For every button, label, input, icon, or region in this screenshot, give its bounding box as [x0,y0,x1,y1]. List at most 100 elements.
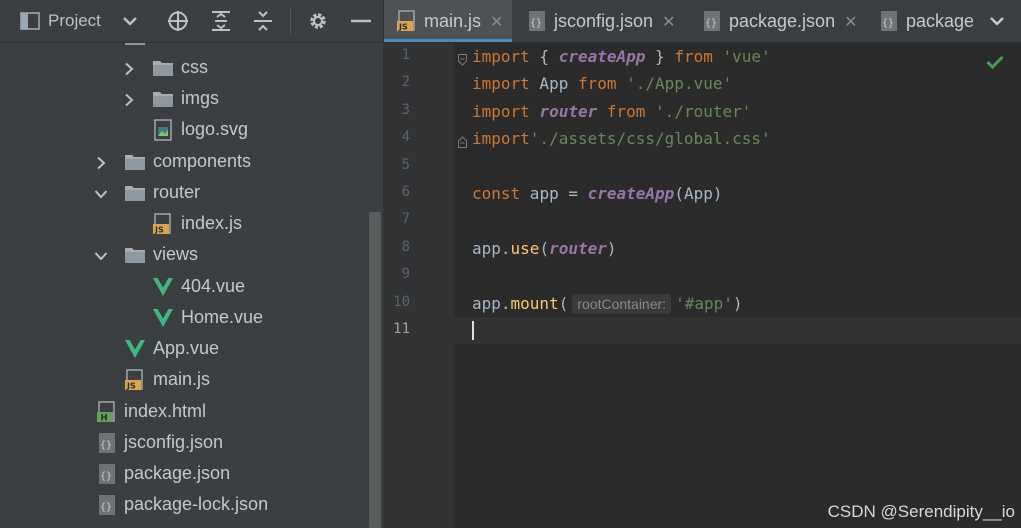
code-token: use [510,238,540,258]
svg-file-icon [152,119,174,141]
tree-item-label: 404.vue [181,276,246,296]
svg-text:JS: JS [398,23,408,32]
code-token: '#app' [675,293,733,313]
collapse-all-icon[interactable] [253,0,273,42]
svg-text:{}: {} [530,18,542,29]
tab-package-json[interactable]: {} package.json ✕ [689,0,862,42]
project-panel: assetscssimgslogo.svgcomponentsrouterJSi… [0,0,383,528]
chevron-right-icon[interactable] [122,61,136,76]
minimize-icon[interactable] [351,0,371,42]
tree-item-package-lock-json[interactable]: {} package-lock.json [0,490,370,521]
tree-item-label: css [181,57,208,77]
project-tree: assetscssimgslogo.svgcomponentsrouterJSi… [0,0,370,528]
expand-all-icon[interactable] [211,0,231,42]
tree-item-main-js[interactable]: JS main.js [0,365,370,396]
code-area[interactable]: import { createApp } from 'vue' import Ap… [384,43,1021,528]
code-line: const app = createApp(App) [472,180,722,207]
tree-item-router[interactable]: router [0,178,370,209]
code-token: ) [606,238,617,258]
tree-item-label: index.html [124,401,207,421]
code-token: './App.vue' [626,74,733,94]
json-file-icon: {} [96,494,118,516]
project-title: Project [48,11,101,30]
svg-text:{}: {} [100,502,112,513]
code-line: import router from './router' [472,98,751,125]
tree-item-label: views [153,244,199,264]
gear-icon[interactable] [307,0,329,42]
tree-item-label: imgs [181,88,220,108]
tab-jsconfig-json[interactable]: {} jsconfig.json ✕ [514,0,685,42]
tree-item-label: App.vue [153,338,220,358]
chevron-down-icon[interactable] [94,248,108,262]
json-file-icon: {} [701,10,723,32]
code-token: import [472,101,530,121]
code-token: ) [732,293,743,313]
tab-package[interactable]: {} package [866,0,974,42]
chevron-right-icon[interactable] [122,92,136,107]
close-icon[interactable]: ✕ [844,12,857,31]
check-icon[interactable] [986,54,1004,73]
tree-item-jsconfig-json[interactable]: {} jsconfig.json [0,428,370,459]
code-token: from [606,101,646,121]
current-line-highlight [454,317,1021,344]
project-view-selector[interactable]: Project [48,0,101,42]
locate-icon[interactable] [167,0,189,42]
tab-overflow-chevron-down-icon[interactable] [973,0,1021,42]
tree-item-home-vue[interactable]: Home.vue [0,303,370,334]
close-icon[interactable]: ✕ [662,12,675,31]
chevron-right-icon[interactable] [94,155,108,170]
folder-icon [124,244,146,266]
code-token: app. [472,293,511,313]
tree-item-app-vue[interactable]: App.vue [0,334,370,365]
fold-marker-icon[interactable] [458,133,467,149]
code-line: import { createApp } from 'vue' [472,43,771,70]
tree-item-404-vue[interactable]: 404.vue [0,272,370,303]
tree-item-index-js[interactable]: JS index.js [0,209,370,240]
tree-item-label: components [153,151,252,171]
tree-item-css[interactable]: css [0,53,370,84]
vue-file-icon [152,276,174,298]
code-token: import [472,74,530,94]
svg-text:{}: {} [100,471,112,482]
code-token: 'vue' [722,47,771,66]
json-file-icon: {} [96,432,118,454]
tree-scrollbar-thumb[interactable] [369,212,381,528]
dropdown-arrow-icon[interactable] [122,0,138,42]
tree-item-logo-svg[interactable]: logo.svg [0,115,370,146]
html-file-icon: H [96,401,118,423]
code-line: import App from './App.vue' [472,70,732,97]
code-token: { [529,47,559,66]
text-caret [472,321,474,340]
code-line: app.mount(rootContainer: '#app') [472,290,743,317]
chevron-down-icon[interactable] [94,186,108,200]
fold-marker-icon[interactable] [458,51,467,66]
code-token: App [529,74,578,94]
folder-icon [124,182,146,204]
folder-icon [152,57,174,79]
code-token: from [577,74,617,94]
vue-file-icon [152,307,174,329]
tab-main-js[interactable]: JS main.js ✕ [384,0,512,42]
code-token: from [674,47,713,66]
tree-item-label: index.js [181,213,243,233]
project-view-icon[interactable] [20,0,40,42]
json-file-icon: {} [878,10,900,32]
code-token: app. [472,238,511,258]
tab-label: main.js [424,10,482,31]
close-icon[interactable]: ✕ [490,12,503,31]
code-line: app.use(router) [472,235,617,262]
tree-item-package-json[interactable]: {} package.json [0,459,370,490]
svg-text:JS: JS [154,226,164,235]
folder-icon [152,88,174,110]
code-token: ( [539,238,550,258]
vue-file-icon [124,338,146,360]
tree-item-index-html[interactable]: Hindex.html [0,397,370,428]
tree-item-components[interactable]: components [0,147,370,178]
js-file-icon: JS [396,10,418,32]
tree-item-views[interactable]: views [0,240,370,271]
tree-item-imgs[interactable]: imgs [0,84,370,115]
code-token: createApp [558,47,646,66]
